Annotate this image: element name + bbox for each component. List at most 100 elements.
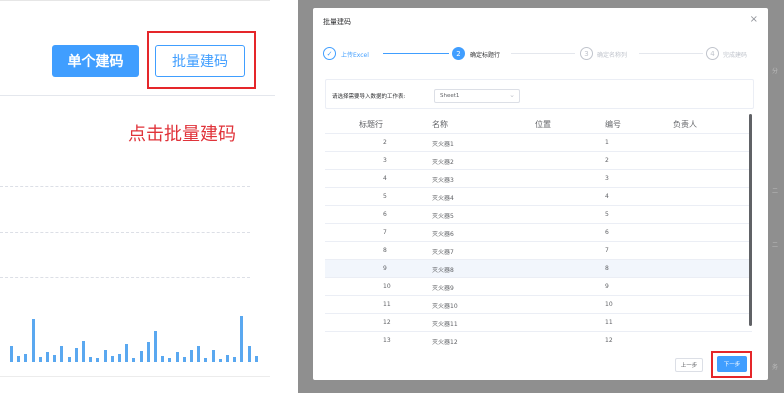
sheet-select[interactable]: Sheet1 ⌄: [434, 89, 520, 103]
mini-chart-bar: [175, 351, 179, 362]
table-cell: 5: [383, 193, 387, 200]
table-cell: 灭火器4: [432, 195, 454, 202]
sheet-label: 请选择需要导入数据的工作表:: [332, 94, 406, 100]
table-cell: 灭火器11: [432, 321, 458, 328]
mini-chart-bar: [132, 357, 136, 362]
chevron-down-icon: ⌄: [509, 91, 515, 99]
table-cell: 2: [383, 139, 387, 146]
bottom-border: [0, 376, 270, 377]
mini-chart-bar: [182, 356, 186, 362]
single-code-button[interactable]: 单个建码: [52, 45, 139, 77]
header-location: 位置: [535, 120, 551, 129]
sheet-select-value: Sheet1: [440, 93, 460, 99]
header-title-row: 标题行: [359, 120, 383, 129]
table-cell: 7: [383, 229, 387, 236]
table-cell: 8: [383, 247, 387, 254]
table-cell: 灭火器1: [432, 141, 454, 148]
mini-chart-bar: [247, 346, 251, 362]
table-cell: 灭火器12: [432, 339, 458, 346]
table-row[interactable]: 10 灭火器9 9: [325, 278, 752, 296]
mini-chart-bar: [24, 353, 28, 362]
table-scrollbar[interactable]: [749, 114, 752, 326]
table-cell: 灭火器6: [432, 231, 454, 238]
prev-step-button[interactable]: 上一步: [675, 358, 703, 372]
step-4-label: 完成建码: [723, 52, 748, 59]
mini-chart-bar: [67, 357, 71, 362]
toolbar-divider: [0, 95, 275, 96]
table-cell: 12: [383, 319, 391, 326]
table-cell: 6: [383, 211, 387, 218]
step-3-circle: 3: [580, 47, 593, 60]
step-2-circle: 2: [452, 47, 465, 60]
mini-chart-bar: [46, 351, 49, 362]
mini-chart-bar: [240, 316, 244, 362]
mini-chart-bar: [161, 356, 165, 362]
sheet-selector-row: 请选择需要导入数据的工作表: Sheet1 ⌄: [325, 79, 754, 109]
mini-chart-bar: [31, 319, 35, 362]
step-1-check-icon: ✓: [323, 47, 336, 60]
table-cell: 灭火器8: [432, 267, 454, 274]
table-cell: 13: [383, 337, 391, 344]
table-row[interactable]: 11 灭火器10 10: [325, 296, 752, 314]
table-row[interactable]: 8 灭火器7 7: [325, 242, 752, 260]
mini-chart-bar: [118, 353, 121, 362]
mini-chart-bar: [197, 346, 201, 362]
mini-chart-bar: [168, 358, 172, 362]
table-row[interactable]: 5 灭火器4 4: [325, 188, 752, 206]
table-cell: 灭火器5: [432, 213, 454, 220]
step-connector: [383, 53, 449, 54]
mini-chart-bar: [38, 356, 42, 362]
mini-chart-bar: [139, 351, 143, 362]
next-step-button[interactable]: 下一步: [717, 356, 747, 372]
background-text: 二: [772, 188, 779, 195]
chart-gridline: [0, 277, 250, 278]
mini-chart-bar: [154, 330, 157, 362]
table-row[interactable]: 4 灭火器3 3: [325, 170, 752, 188]
table-cell: 3: [605, 175, 609, 182]
table-row[interactable]: 6 灭火器5 5: [325, 206, 752, 224]
header-owner: 负责人: [673, 120, 697, 129]
close-icon[interactable]: ×: [750, 14, 758, 25]
step-2-label: 确定标题行: [470, 52, 501, 59]
mini-chart-bar: [96, 358, 100, 362]
mini-chart-bar: [110, 355, 114, 362]
dialog-title: 批量建码: [323, 18, 351, 26]
click-batch-annotation: 点击批量建码: [128, 124, 236, 145]
table-cell: 4: [605, 193, 609, 200]
table-cell: 1: [605, 139, 609, 146]
table-row[interactable]: 7 灭火器6 6: [325, 224, 752, 242]
table-cell: 灭火器3: [432, 177, 454, 184]
table-row[interactable]: 13 灭火器12 12: [325, 332, 752, 347]
mini-chart-bar: [60, 346, 64, 362]
table-header: 标题行 名称 位置 编号 负责人: [325, 113, 752, 134]
table-cell: 7: [605, 247, 609, 254]
table-row[interactable]: 3 灭火器2 2: [325, 152, 752, 170]
batch-code-button[interactable]: 批量建码: [155, 45, 245, 77]
step-1-label: 上传Excel: [341, 52, 369, 59]
batch-code-dialog: 批量建码 × ✓ 上传Excel 2 确定标题行 3 确定名称列 4 完成建码 …: [313, 8, 768, 380]
chart-gridline: [0, 232, 250, 233]
background-text: 二: [772, 242, 779, 249]
table-cell: 5: [605, 211, 609, 218]
mini-chart-bar: [10, 346, 13, 362]
table-cell: 灭火器10: [432, 303, 458, 310]
table-row[interactable]: 12 灭火器11 11: [325, 314, 752, 332]
table-row[interactable]: 2 灭火器1 1: [325, 134, 752, 152]
table-cell: 2: [605, 157, 609, 164]
table-cell: 9: [605, 283, 609, 290]
mini-chart-bar: [146, 342, 150, 362]
mini-chart-bar: [211, 349, 215, 362]
mini-chart-bar: [233, 356, 237, 362]
table-row[interactable]: 9 灭火器8 8: [325, 260, 752, 278]
table-cell: 灭火器2: [432, 159, 454, 166]
mini-chart-bar: [218, 358, 222, 362]
table-cell: 灭火器7: [432, 249, 454, 256]
table-cell: 10: [383, 283, 391, 290]
mini-chart-bar: [74, 348, 78, 362]
mini-chart-bar: [190, 350, 193, 362]
left-screenshot-panel: 单个建码 批量建码 点击批量建码: [0, 0, 283, 393]
table-cell: 10: [605, 301, 613, 308]
table-cell: 11: [383, 301, 391, 308]
step-connector: [511, 53, 575, 54]
mini-chart-bar: [89, 356, 93, 362]
